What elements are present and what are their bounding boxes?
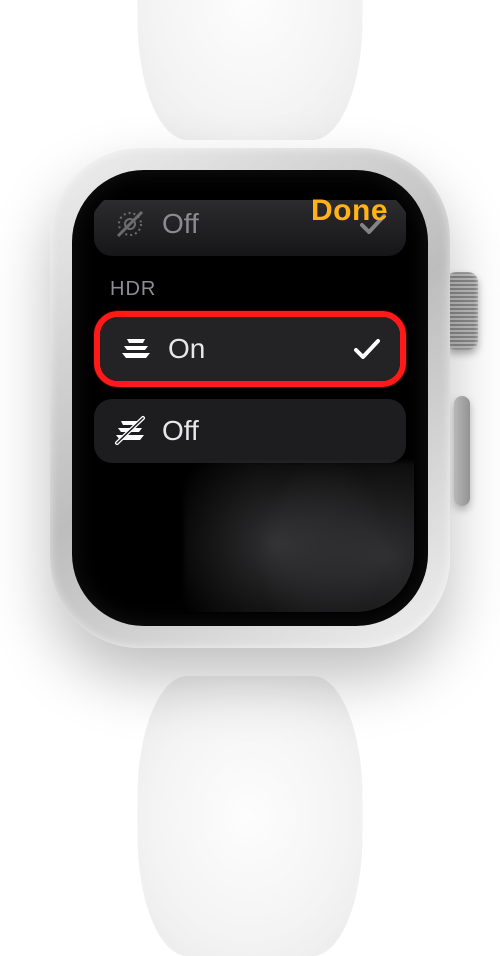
- watch-screen: Done Off: [72, 170, 428, 626]
- hdr-option-on[interactable]: On: [100, 317, 400, 381]
- checkmark-icon: [352, 334, 382, 364]
- hdr-off-label: Off: [162, 415, 344, 447]
- watch-band-top: [138, 0, 363, 140]
- hdr-section-title: HDR: [110, 278, 406, 301]
- display-area: Done Off: [86, 184, 414, 612]
- digital-crown[interactable]: [446, 272, 478, 350]
- side-button[interactable]: [454, 396, 470, 506]
- tutorial-highlight: On: [94, 311, 406, 387]
- done-button[interactable]: Done: [311, 194, 388, 228]
- hdr-on-label: On: [168, 333, 338, 365]
- hdr-off-icon: [112, 413, 148, 449]
- hdr-option-off[interactable]: Off: [94, 399, 406, 463]
- header: Done: [86, 184, 414, 244]
- watch-band-bottom: [138, 676, 363, 956]
- watch-case: Done Off: [50, 148, 450, 648]
- hdr-on-icon: [118, 331, 154, 367]
- empty-check: [358, 416, 388, 446]
- settings-list[interactable]: Off HDR: [86, 212, 414, 612]
